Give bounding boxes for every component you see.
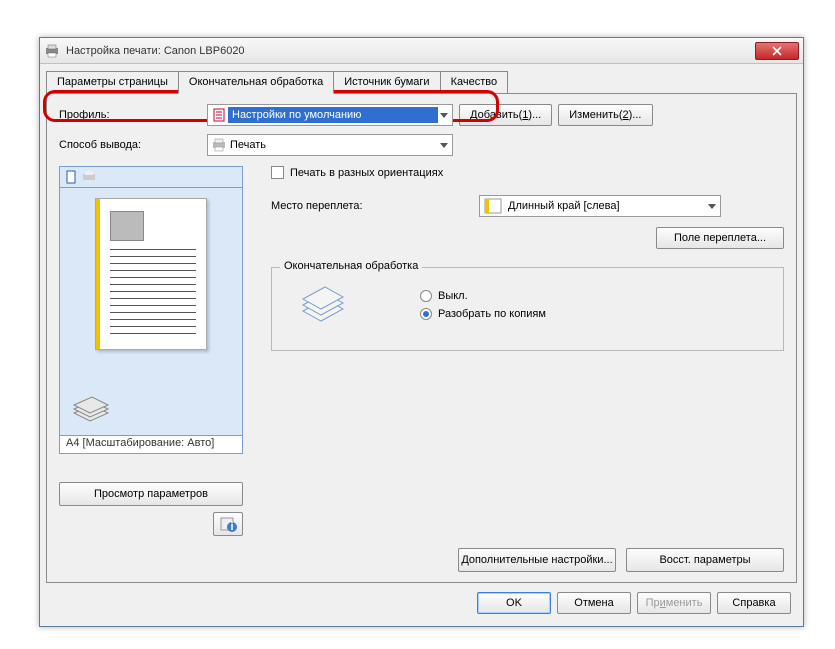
preview-page xyxy=(95,198,207,350)
finishing-collate-label: Разобрать по копиям xyxy=(438,308,546,320)
finishing-group: Окончательная обработка Выкл. xyxy=(271,267,784,351)
binding-label: Место переплета: xyxy=(271,200,479,212)
tab-strip: Параметры страницы Окончательная обработ… xyxy=(40,64,803,93)
titlebar: Настройка печати: Canon LBP6020 xyxy=(40,38,803,64)
radio-icon xyxy=(420,290,432,302)
profile-value: Настройки по умолчанию xyxy=(228,107,438,123)
ok-button[interactable]: OK xyxy=(477,592,551,614)
chevron-down-icon xyxy=(440,143,448,148)
profile-dropdown[interactable]: Настройки по умолчанию xyxy=(207,104,453,126)
profile-label: Профиль: xyxy=(59,109,207,121)
notepad-icon xyxy=(212,108,226,122)
finishing-off-radio[interactable]: Выкл. xyxy=(420,290,546,302)
help-button[interactable]: Справка xyxy=(717,592,791,614)
binding-dropdown[interactable]: Длинный край [слева] xyxy=(479,195,721,217)
collate-illustration xyxy=(286,285,360,325)
print-settings-window: Настройка печати: Canon LBP6020 Параметр… xyxy=(39,37,804,627)
preview-caption: A4 [Масштабирование: Авто] xyxy=(59,436,243,454)
dialog-button-bar: OK Отмена Применить Справка xyxy=(46,586,797,620)
printer-icon xyxy=(44,43,60,59)
diff-orientation-label: Печать в разных ориентациях xyxy=(290,167,443,179)
close-icon xyxy=(772,46,782,56)
chevron-down-icon xyxy=(708,204,716,209)
binding-icon xyxy=(484,198,502,214)
cancel-button[interactable]: Отмена xyxy=(557,592,631,614)
preview-image-placeholder xyxy=(110,211,144,241)
finishing-legend: Окончательная обработка xyxy=(280,260,422,272)
tab-panel-finishing: Профиль: Настройки по умолчанию Добавить… xyxy=(46,93,797,583)
close-button[interactable] xyxy=(755,42,799,60)
tab-paper-source[interactable]: Источник бумаги xyxy=(333,71,440,94)
tab-page-params[interactable]: Параметры страницы xyxy=(46,71,179,94)
window-title: Настройка печати: Canon LBP6020 xyxy=(66,45,245,57)
finishing-collate-radio[interactable]: Разобрать по копиям xyxy=(420,308,546,320)
page-preview xyxy=(59,188,243,436)
advanced-settings-button[interactable]: Дополнительные настройки... xyxy=(458,548,616,572)
tab-quality[interactable]: Качество xyxy=(440,71,509,94)
paper-stack-icon xyxy=(72,395,110,425)
output-dropdown[interactable]: Печать xyxy=(207,134,453,156)
view-params-button[interactable]: Просмотр параметров xyxy=(59,482,243,506)
printer-view-icon[interactable] xyxy=(82,170,96,184)
add-profile-button[interactable]: Добавить(1)... xyxy=(459,104,552,126)
svg-text:i: i xyxy=(230,521,233,533)
chevron-down-icon xyxy=(440,113,448,118)
preview-toolbar xyxy=(59,166,243,188)
finishing-off-label: Выкл. xyxy=(438,290,468,302)
edit-profile-button[interactable]: Изменить(2)... xyxy=(558,104,652,126)
binding-value: Длинный край [слева] xyxy=(508,200,620,212)
diff-orientation-checkbox[interactable]: Печать в разных ориентациях xyxy=(271,166,784,179)
preview-text-lines xyxy=(110,249,196,339)
single-page-icon[interactable] xyxy=(64,170,78,184)
restore-defaults-button[interactable]: Восст. параметры xyxy=(626,548,784,572)
info-icon: i xyxy=(219,515,237,533)
radio-selected-icon xyxy=(420,308,432,320)
binding-margin-button[interactable]: Поле переплета... xyxy=(656,227,784,249)
output-value: Печать xyxy=(230,139,266,151)
checkbox-icon xyxy=(271,166,284,179)
output-label: Способ вывода: xyxy=(59,139,207,151)
tab-finishing[interactable]: Окончательная обработка xyxy=(178,71,334,94)
printer-small-icon xyxy=(212,138,226,152)
info-button[interactable]: i xyxy=(213,512,243,536)
apply-button[interactable]: Применить xyxy=(637,592,711,614)
